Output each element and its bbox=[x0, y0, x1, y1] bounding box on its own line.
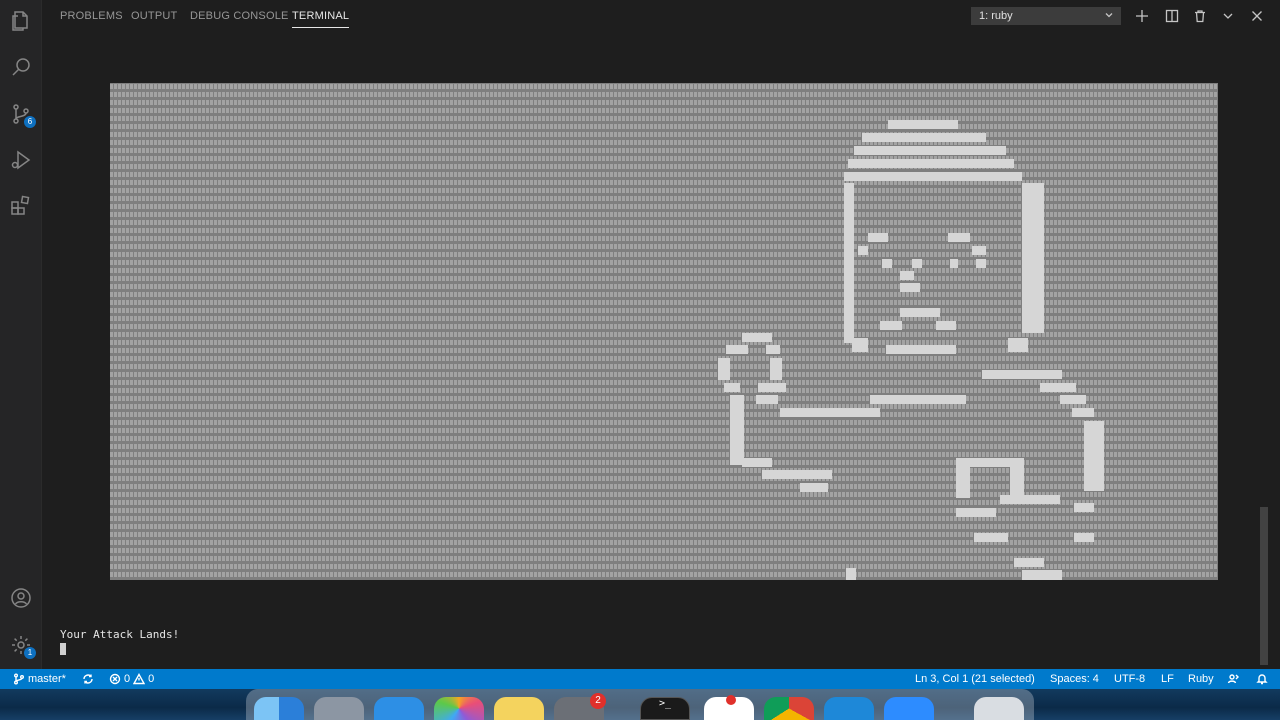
warning-icon bbox=[133, 673, 146, 685]
tab-terminal[interactable]: TERMINAL bbox=[292, 10, 350, 28]
error-count: 0 bbox=[124, 673, 131, 685]
terminal-select-value: 1: ruby bbox=[979, 10, 1013, 22]
tab-output[interactable]: OUTPUT bbox=[131, 10, 177, 22]
indentation[interactable]: Spaces: 4 bbox=[1050, 672, 1099, 686]
bell-icon bbox=[1256, 674, 1268, 685]
split-icon bbox=[1165, 9, 1179, 23]
zoom-icon[interactable] bbox=[884, 697, 934, 720]
activity-bar: 6 1 bbox=[0, 0, 42, 669]
feedback-icon bbox=[1227, 674, 1239, 684]
extensions-icon[interactable] bbox=[8, 193, 34, 219]
dock: 2 >_ bbox=[246, 689, 1034, 720]
warning-count: 0 bbox=[148, 673, 155, 685]
terminal-glyph: >_ bbox=[658, 698, 672, 709]
maximize-panel-button[interactable] bbox=[1219, 7, 1237, 25]
settings-gear-icon[interactable]: 1 bbox=[8, 632, 36, 659]
chevron-down-icon bbox=[1105, 13, 1113, 18]
launchpad-icon[interactable] bbox=[314, 697, 364, 720]
terminal-panel[interactable]: Your Attack Lands! bbox=[42, 32, 1268, 669]
close-icon bbox=[1252, 11, 1262, 21]
vscode-app-icon[interactable] bbox=[824, 697, 874, 720]
vscode-window: 6 1 PROBLEMS OUTPUT DEBUG CONSOLE TERMIN… bbox=[0, 0, 1280, 720]
branch-indicator[interactable]: master* bbox=[13, 672, 66, 686]
photos-icon[interactable] bbox=[434, 697, 484, 720]
feedback-button[interactable] bbox=[1227, 672, 1239, 686]
account-icon[interactable] bbox=[8, 585, 34, 611]
terminal-app-icon[interactable]: >_ bbox=[640, 697, 690, 720]
terminal-scrollbar[interactable] bbox=[1260, 507, 1268, 665]
status-bar: master* 0 0 Ln 3, Col 1 (21 selected) Sp… bbox=[0, 669, 1280, 689]
settings-badge: 1 bbox=[24, 647, 36, 659]
split-terminal-button[interactable] bbox=[1163, 7, 1181, 25]
encoding[interactable]: UTF-8 bbox=[1114, 672, 1145, 686]
git-branch-icon bbox=[14, 673, 24, 685]
close-panel-button[interactable] bbox=[1248, 7, 1266, 25]
terminal-output-line: Your Attack Lands! bbox=[60, 628, 180, 641]
tab-problems[interactable]: PROBLEMS bbox=[60, 10, 123, 22]
branch-name: master* bbox=[28, 673, 66, 685]
problems-indicator[interactable]: 0 0 bbox=[109, 672, 154, 686]
cursor-position[interactable]: Ln 3, Col 1 (21 selected) bbox=[915, 672, 1035, 686]
slack-icon[interactable] bbox=[704, 695, 754, 720]
source-control-badge: 6 bbox=[24, 116, 36, 128]
safari-icon[interactable] bbox=[374, 697, 424, 720]
ascii-art-image bbox=[110, 83, 1218, 580]
sync-icon bbox=[83, 674, 93, 684]
trash-icon bbox=[1195, 10, 1205, 23]
notes-icon[interactable] bbox=[494, 697, 544, 720]
mail-app-icon[interactable]: 2 bbox=[554, 693, 606, 720]
explorer-icon[interactable] bbox=[8, 8, 34, 34]
finder-icon[interactable] bbox=[254, 697, 304, 720]
plus-icon bbox=[1136, 10, 1148, 22]
chevron-down-icon bbox=[1223, 13, 1233, 19]
mail-badge: 2 bbox=[590, 693, 606, 709]
search-icon[interactable] bbox=[8, 54, 34, 80]
notifications-button[interactable] bbox=[1256, 672, 1268, 686]
terminal-select[interactable]: 1: ruby bbox=[971, 7, 1121, 25]
language-mode[interactable]: Ruby bbox=[1188, 672, 1214, 686]
terminal-cursor bbox=[60, 643, 66, 655]
end-of-line[interactable]: LF bbox=[1161, 672, 1174, 686]
desktop-background: 2 >_ bbox=[0, 689, 1280, 720]
sync-button[interactable] bbox=[82, 672, 94, 686]
error-icon bbox=[109, 673, 121, 685]
chrome-icon[interactable] bbox=[764, 697, 814, 720]
source-control-icon[interactable]: 6 bbox=[8, 101, 36, 128]
kill-terminal-button[interactable] bbox=[1191, 7, 1209, 25]
trash-bin-icon[interactable] bbox=[974, 697, 1024, 720]
tab-debug-console[interactable]: DEBUG CONSOLE bbox=[190, 10, 289, 22]
slack-badge bbox=[726, 695, 736, 705]
new-terminal-button[interactable] bbox=[1133, 7, 1151, 25]
panel-header: PROBLEMS OUTPUT DEBUG CONSOLE TERMINAL 1… bbox=[42, 0, 1280, 32]
run-debug-icon[interactable] bbox=[8, 147, 34, 173]
